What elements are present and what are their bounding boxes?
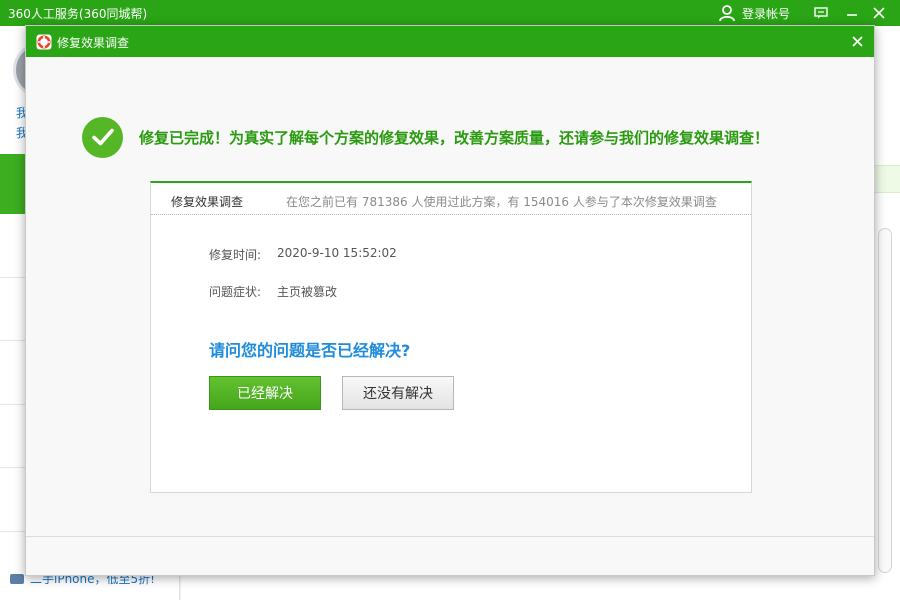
app-title: 360人工服务(360同城帮) [8,7,148,21]
dialog-close-button[interactable] [848,32,866,50]
scrollbar[interactable] [878,228,892,573]
survey-title: 修复效果调查 [171,195,244,209]
repair-time-label: 修复时间: [209,248,262,262]
survey-question: 请问您的问题是否已经解决? [209,341,411,360]
repair-time-value: 2020-9-10 15:52:02 [277,246,397,260]
survey-panel: 修复效果调查 在您之前已有 781386 人使用过此方案，有 154016 人参… [150,181,752,493]
dialog-titlebar: 修复效果调查 [26,26,874,57]
completion-message: 修复已完成！为真实了解每个方案的修复效果，改善方案质量，还请参与我们的修复效果调… [82,116,769,158]
megaphone-icon [10,573,24,584]
message-icon [814,7,828,19]
app-titlebar: 360人工服务(360同城帮) 登录帐号 [0,0,900,26]
survey-stat: 在您之前已有 781386 人使用过此方案，有 154016 人参与了本次修复效… [286,195,717,209]
login-button[interactable]: 登录帐号 [718,2,790,24]
repair-survey-dialog: 修复效果调查 修复已完成！为真实了解每个方案的修复效果，改善方案质量，还请参与我… [25,25,875,576]
survey-header: 修复效果调查 在您之前已有 781386 人使用过此方案，有 154016 人参… [151,183,751,215]
login-label: 登录帐号 [742,6,791,21]
feedback-button[interactable] [808,1,834,25]
lifebuoy-icon [36,34,52,50]
completion-text: 修复已完成！为真实了解每个方案的修复效果，改善方案质量，还请参与我们的修复效果调… [139,128,770,147]
resolved-button[interactable]: 已经解决 [209,376,321,410]
dialog-footer-divider [26,536,874,537]
symptom-label: 问题症状: [209,285,262,299]
dialog-title: 修复效果调查 [57,36,130,50]
unresolved-button[interactable]: 还没有解决 [342,376,454,410]
symptom-value: 主页被篡改 [277,285,338,299]
user-icon [719,5,735,22]
check-icon [82,116,123,158]
minimize-button[interactable] [839,1,865,25]
close-app-button[interactable] [866,1,892,25]
minimize-icon [847,14,857,16]
close-icon [873,7,885,19]
close-icon [851,35,863,47]
